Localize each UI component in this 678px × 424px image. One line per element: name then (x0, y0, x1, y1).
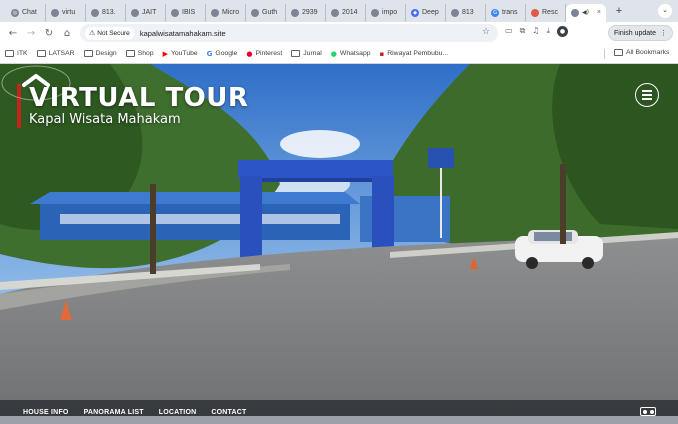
split-view-icon[interactable]: ▭ (505, 26, 513, 37)
bookmark-youtube[interactable]: ▶ YouTube (163, 50, 198, 58)
site-icon: ▪ (379, 49, 385, 58)
browser-tab[interactable]: JAIT (126, 3, 166, 22)
speaker-icon: ◀) (582, 9, 589, 16)
nav-panorama-list[interactable]: PANORAMA LIST (84, 409, 144, 416)
globe-icon (451, 8, 459, 17)
media-controls-icon[interactable]: ♫ (532, 26, 539, 37)
globe-icon (531, 8, 539, 17)
folder-icon (83, 50, 93, 57)
browser-tab[interactable]: ◆ Deep (406, 3, 446, 22)
nav-contact[interactable]: CONTACT (211, 409, 246, 416)
google-icon: G (206, 49, 213, 58)
url-text[interactable]: kapalwisatamahakam.site (140, 29, 226, 38)
google-icon: G (491, 8, 499, 17)
finish-update-button[interactable]: Finish update ⋮ (608, 25, 673, 41)
pinterest-icon: ● (246, 49, 253, 58)
tab-search-button[interactable]: ⌄ (658, 4, 672, 18)
forward-hotspot-arrow[interactable] (0, 64, 72, 102)
hamburger-menu-button[interactable] (635, 83, 659, 107)
warning-icon: ⚠ (89, 29, 96, 37)
globe-icon (371, 8, 379, 17)
nav-location[interactable]: LOCATION (159, 409, 197, 416)
profile-avatar[interactable]: ● (557, 26, 568, 37)
new-tab-button[interactable]: + (612, 5, 626, 17)
folder-icon (614, 49, 623, 56)
browser-tab[interactable]: Micro (206, 3, 246, 22)
vr-headset-icon[interactable] (640, 407, 656, 416)
more-vertical-icon: ⋮ (660, 29, 668, 37)
deepseek-icon: ◆ (411, 8, 419, 17)
download-icon[interactable]: ⤓ (546, 26, 550, 37)
globe-icon (51, 8, 59, 17)
menu-line (642, 98, 652, 100)
tab-strip: ◎ Chat virtu 813. JAIT IBIS Micro Guth 29… (0, 0, 678, 22)
forward-icon[interactable]: → (22, 28, 40, 39)
globe-icon (291, 8, 299, 17)
youtube-icon: ▶ (162, 49, 168, 58)
bookmark-star-icon[interactable]: ☆ (482, 27, 490, 37)
nav-house-info[interactable]: HOUSE INFO (23, 409, 69, 416)
browser-tab[interactable]: Gtrans (486, 3, 526, 22)
globe-icon (571, 8, 579, 17)
browser-tab[interactable]: IBIS (166, 3, 206, 22)
back-icon[interactable]: ← (4, 28, 22, 39)
browser-tab[interactable]: 2014 (326, 3, 366, 22)
folder-icon (125, 50, 135, 57)
chatgpt-icon: ◎ (11, 8, 19, 17)
bookmark-folder[interactable]: Jurnal (291, 50, 322, 57)
browser-tab[interactable]: ◎ Chat (6, 3, 46, 22)
globe-icon (211, 8, 219, 17)
page-subtitle: Kapal Wisata Mahakam (29, 112, 181, 127)
browser-toolbar: ← → ↻ ⌂ ⚠ Not Secure kapalwisatamahakam.… (0, 22, 678, 44)
bookmarks-bar: ITK LATSAR Design Shop ▶ YouTube G Google … (0, 44, 678, 64)
globe-icon (91, 8, 99, 17)
panorama-viewer[interactable]: VIRTUAL TOUR Kapal Wisata Mahakam HOUSE … (0, 64, 678, 424)
browser-tab[interactable]: Resc (526, 3, 566, 22)
security-chip[interactable]: ⚠ Not Secure (85, 26, 134, 40)
extensions-icon[interactable]: ⧉ (520, 26, 526, 37)
browser-tab[interactable]: Guth (246, 3, 286, 22)
bookmark-folder[interactable]: LATSAR (36, 50, 75, 57)
bookmarks-divider (604, 49, 605, 59)
bookmark-folder[interactable]: Shop (125, 50, 154, 57)
bookmark-google[interactable]: G Google (207, 50, 238, 58)
whatsapp-icon: ● (330, 49, 337, 58)
globe-icon (131, 8, 139, 17)
toolbar-icons: ▭ ⧉ ♫ ⤓ ● (505, 26, 568, 37)
bookmark-pinterest[interactable]: ● Pinterest (246, 50, 282, 58)
all-bookmarks-button[interactable]: All Bookmarks (614, 49, 669, 56)
folder-icon (36, 50, 46, 57)
bookmark-folder[interactable]: ITK (5, 50, 28, 57)
browser-tab[interactable]: 813. (86, 3, 126, 22)
browser-tab[interactable]: virtu (46, 3, 86, 22)
menu-line (642, 90, 652, 92)
globe-icon (171, 8, 179, 17)
browser-tab[interactable]: 813 (446, 3, 486, 22)
menu-line (642, 94, 652, 96)
folder-icon (291, 50, 301, 57)
bookmark-folder[interactable]: Design (83, 50, 117, 57)
browser-tab[interactable]: 2939 (286, 3, 326, 22)
bookmark-site[interactable]: ▪ Riwayat Pembubu... (380, 50, 449, 58)
reload-icon[interactable]: ↻ (40, 28, 58, 39)
page-bottom-strip (0, 416, 678, 424)
bookmark-whatsapp[interactable]: ● Whatsapp (331, 50, 371, 58)
browser-tab[interactable]: impo (366, 3, 406, 22)
globe-icon (251, 8, 259, 17)
folder-icon (5, 50, 14, 57)
address-bar[interactable]: ⚠ Not Secure kapalwisatamahakam.site ☆ (80, 24, 498, 42)
close-tab-icon[interactable]: × (597, 9, 601, 16)
globe-icon (331, 8, 339, 17)
browser-tab-active[interactable]: ◀) × (566, 3, 606, 22)
home-icon[interactable]: ⌂ (58, 28, 76, 39)
